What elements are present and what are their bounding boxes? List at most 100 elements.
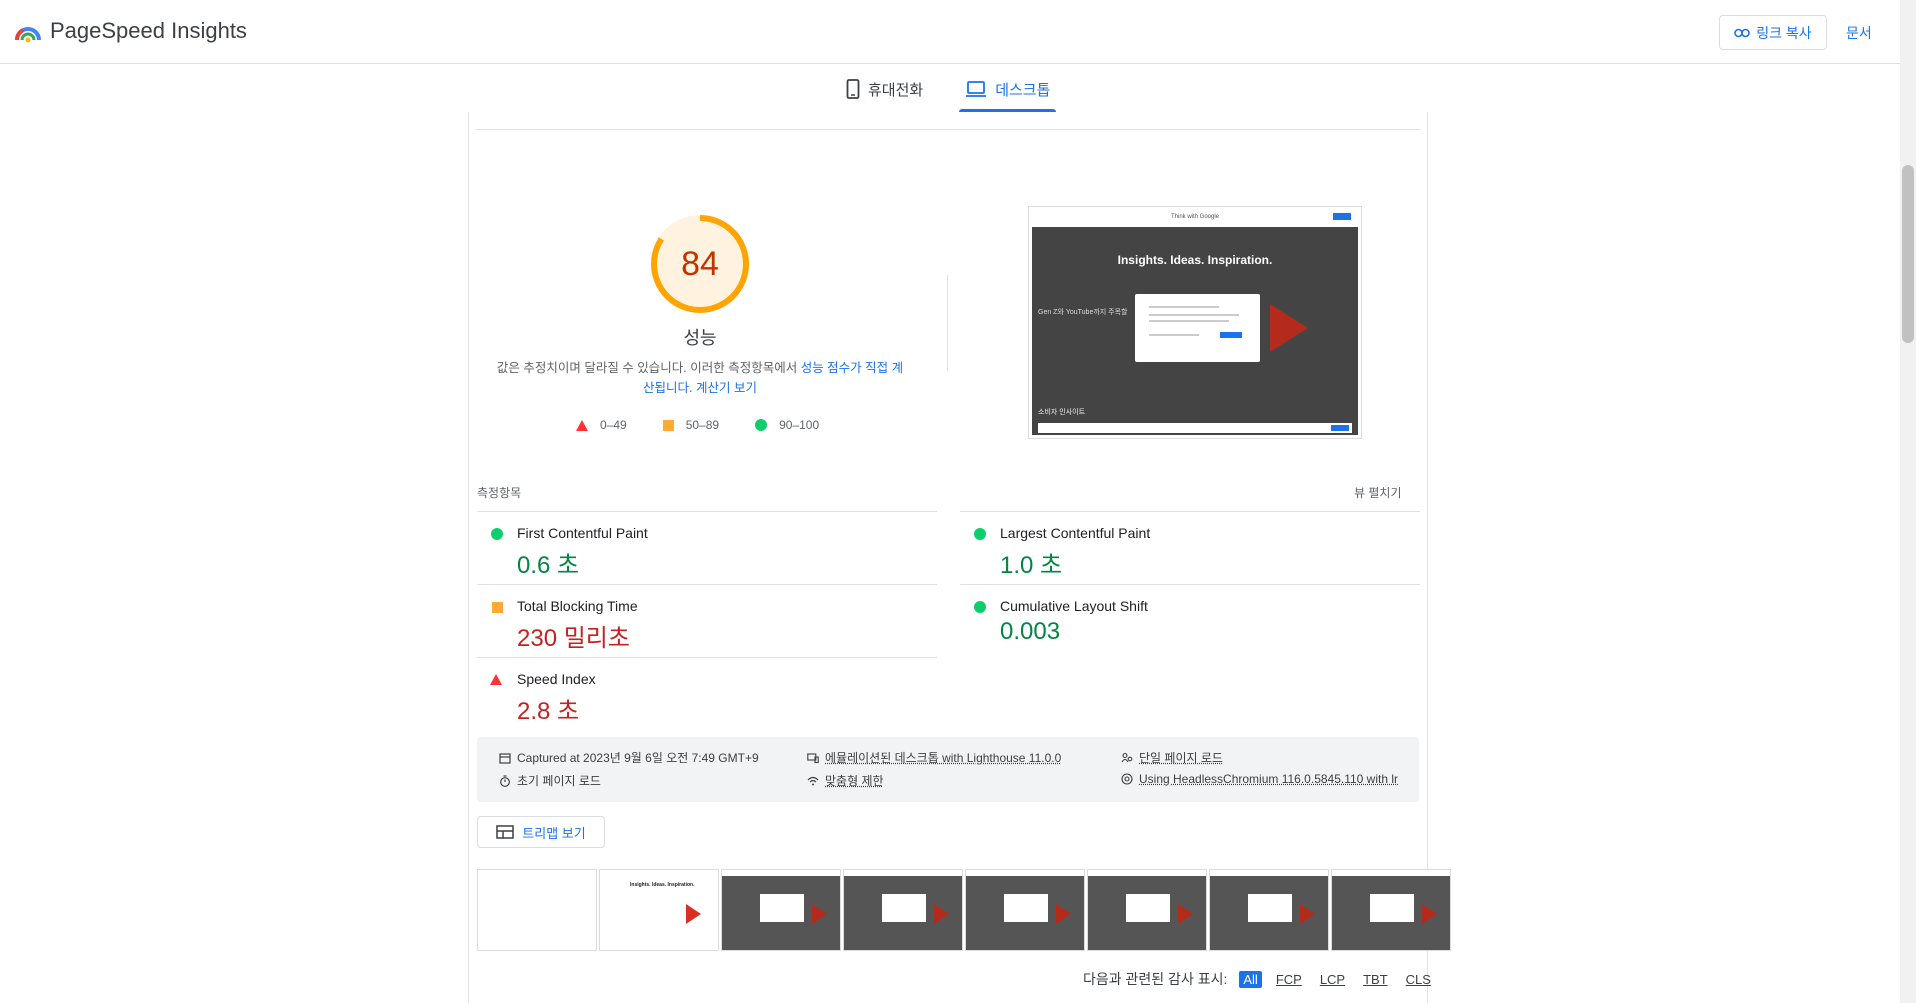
treemap-label: 트리맵 보기 <box>522 825 586 841</box>
metric-value: 0.003 <box>1000 618 1061 645</box>
link-icon <box>1734 28 1751 37</box>
treemap-button[interactable]: 트리맵 보기 <box>477 816 605 848</box>
legend-good-label: 90–100 <box>779 418 820 432</box>
filmstrip-frame <box>965 869 1085 951</box>
legend-average-label: 50–89 <box>685 418 720 432</box>
screenshot-header: Think with Google <box>1029 207 1361 227</box>
square-icon <box>662 419 674 431</box>
metric-name: Total Blocking Time <box>517 598 638 614</box>
filter-all[interactable]: All <box>1239 970 1262 988</box>
laptop-icon <box>966 81 987 97</box>
runtime-info: Captured at 2023년 9월 6일 오전 7:49 GMT+9 초기… <box>477 737 1419 802</box>
screenshot-footer <box>1038 423 1352 433</box>
scrollbar-thumb[interactable] <box>1902 165 1914 343</box>
triangle-icon <box>576 419 588 431</box>
chrome-icon <box>1121 773 1133 785</box>
calculator-link[interactable]: 계산기 보기 <box>696 381 757 395</box>
good-circle-icon <box>491 528 503 540</box>
legend-average: 50–89 <box>662 418 720 432</box>
metric-name: First Contentful Paint <box>517 525 648 541</box>
captured-text: Captured at 2023년 9월 6일 오전 7:49 GMT+9 <box>517 751 759 765</box>
divider <box>476 129 1420 130</box>
circle-icon <box>755 419 768 431</box>
browser-text: Using HeadlessChromium 116.0.5845.110 wi… <box>1139 772 1399 786</box>
metric-fcp: First Contentful Paint 0.6 초 <box>477 511 937 584</box>
bad-triangle-icon <box>490 674 502 685</box>
frame-headline: Insights. Ideas. Inspiration. <box>630 882 695 888</box>
metric-lcp: Largest Contentful Paint 1.0 초 <box>960 511 1420 584</box>
metric-name: Cumulative Layout Shift <box>1000 598 1148 614</box>
expand-view-toggle[interactable]: 뷰 펼치기 <box>1354 484 1402 501</box>
screenshot-body: Insights. Ideas. Inspiration. Gen Z와 You… <box>1032 227 1358 435</box>
throttling-text: 맞춤형 제한 <box>825 774 884 788</box>
score-label: 성능 <box>683 328 717 348</box>
info-throttling[interactable]: 맞춤형 제한 <box>807 772 884 789</box>
metric-value: 2.8 초 <box>517 698 580 725</box>
screenshot-modal <box>1135 294 1260 362</box>
average-square-icon <box>492 602 503 613</box>
metric-name: Largest Contentful Paint <box>1000 525 1151 541</box>
filmstrip-frame <box>1331 869 1451 951</box>
screenshot-sub1: Gen Z와 YouTube까지 주목할 <box>1038 309 1128 316</box>
screenshot-brand: Think with Google <box>1170 214 1220 220</box>
metric-name: Speed Index <box>517 671 596 687</box>
filmstrip-frame <box>1087 869 1207 951</box>
filter-lcp[interactable]: LCP <box>1316 971 1349 988</box>
audit-filter: 다음과 관련된 감사 표시: All FCP LCP TBT CLS <box>1083 969 1435 989</box>
legend-bad: 0–49 <box>576 418 627 432</box>
initial-load-text: 초기 페이지 로드 <box>517 774 601 788</box>
filter-cls[interactable]: CLS <box>1402 971 1435 988</box>
wifi-icon <box>807 776 819 785</box>
scrollbar-track[interactable] <box>1900 0 1916 1003</box>
info-emulated[interactable]: 에뮬레이션된 데스크톱 with Lighthouse 11.0.0 <box>807 749 1061 766</box>
phone-icon <box>846 79 860 99</box>
treemap-icon <box>496 825 515 839</box>
emulated-text: 에뮬레이션된 데스크톱 with Lighthouse 11.0.0 <box>825 751 1062 765</box>
info-captured: Captured at 2023년 9월 6일 오전 7:49 GMT+9 <box>499 749 759 766</box>
tab-desktop[interactable]: 데스크톱 <box>959 66 1057 112</box>
screenshot-headline: Insights. Ideas. Inspiration. <box>1117 253 1273 267</box>
filmstrip-frame <box>477 869 597 951</box>
metric-si: Speed Index 2.8 초 <box>477 657 937 730</box>
metric-value: 0.6 초 <box>517 552 580 579</box>
single-load-text: 단일 페이지 로드 <box>1139 751 1223 765</box>
people-icon <box>1121 752 1133 762</box>
top-bar: PageSpeed Insights 링크 복사 문서 <box>0 0 1900 64</box>
metrics-title: 측정항목 <box>477 486 522 500</box>
play-icon <box>1270 304 1308 352</box>
tab-desktop-label: 데스크톱 <box>995 81 1051 99</box>
filmstrip-frame: Insights. Ideas. Inspiration. <box>599 869 719 951</box>
timer-icon <box>500 774 510 787</box>
copy-link-label: 링크 복사 <box>1756 24 1812 41</box>
good-circle-icon <box>974 601 986 613</box>
performance-score: 84 <box>681 244 719 283</box>
good-circle-icon <box>974 528 986 540</box>
score-desc-text: 값은 추정치이며 달라질 수 있습니다. 이러한 측정항목에서 <box>496 361 801 375</box>
filter-fcp[interactable]: FCP <box>1272 971 1306 988</box>
metric-tbt: Total Blocking Time 230 밀리초 <box>477 584 937 657</box>
filmstrip-frame <box>843 869 963 951</box>
metric-value: 1.0 초 <box>1000 552 1063 579</box>
final-screenshot[interactable]: Think with Google Insights. Ideas. Inspi… <box>1028 206 1362 439</box>
info-single-load[interactable]: 단일 페이지 로드 <box>1121 749 1223 766</box>
app-name: PageSpeed Insights <box>50 18 247 43</box>
devices-icon <box>807 752 819 763</box>
score-description: 값은 추정치이며 달라질 수 있습니다. 이러한 측정항목에서 성능 점수가 직… <box>496 358 904 398</box>
filter-tbt[interactable]: TBT <box>1359 971 1392 988</box>
screenshot-sub2: 소비자 인사이트 <box>1038 409 1086 416</box>
audit-filter-label: 다음과 관련된 감사 표시: <box>1083 971 1228 987</box>
info-initial-load: 초기 페이지 로드 <box>499 772 601 789</box>
tab-mobile[interactable]: 휴대전화 <box>840 66 929 112</box>
copy-link-button[interactable]: 링크 복사 <box>1719 15 1827 50</box>
device-tabs: 휴대전화 데스크톱 <box>840 66 1057 112</box>
pagespeed-logo-icon <box>15 27 41 43</box>
docs-link[interactable]: 문서 <box>1846 23 1872 43</box>
info-browser[interactable]: Using HeadlessChromium 116.0.5845.110 wi… <box>1121 772 1398 786</box>
metric-cls: Cumulative Layout Shift 0.003 <box>960 584 1420 657</box>
vertical-divider <box>947 275 948 371</box>
filmstrip-frame <box>721 869 841 951</box>
filmstrip: Insights. Ideas. Inspiration. <box>477 869 1451 951</box>
legend-good: 90–100 <box>755 418 819 432</box>
logo[interactable]: PageSpeed Insights <box>14 18 247 44</box>
tab-mobile-label: 휴대전화 <box>868 81 924 99</box>
